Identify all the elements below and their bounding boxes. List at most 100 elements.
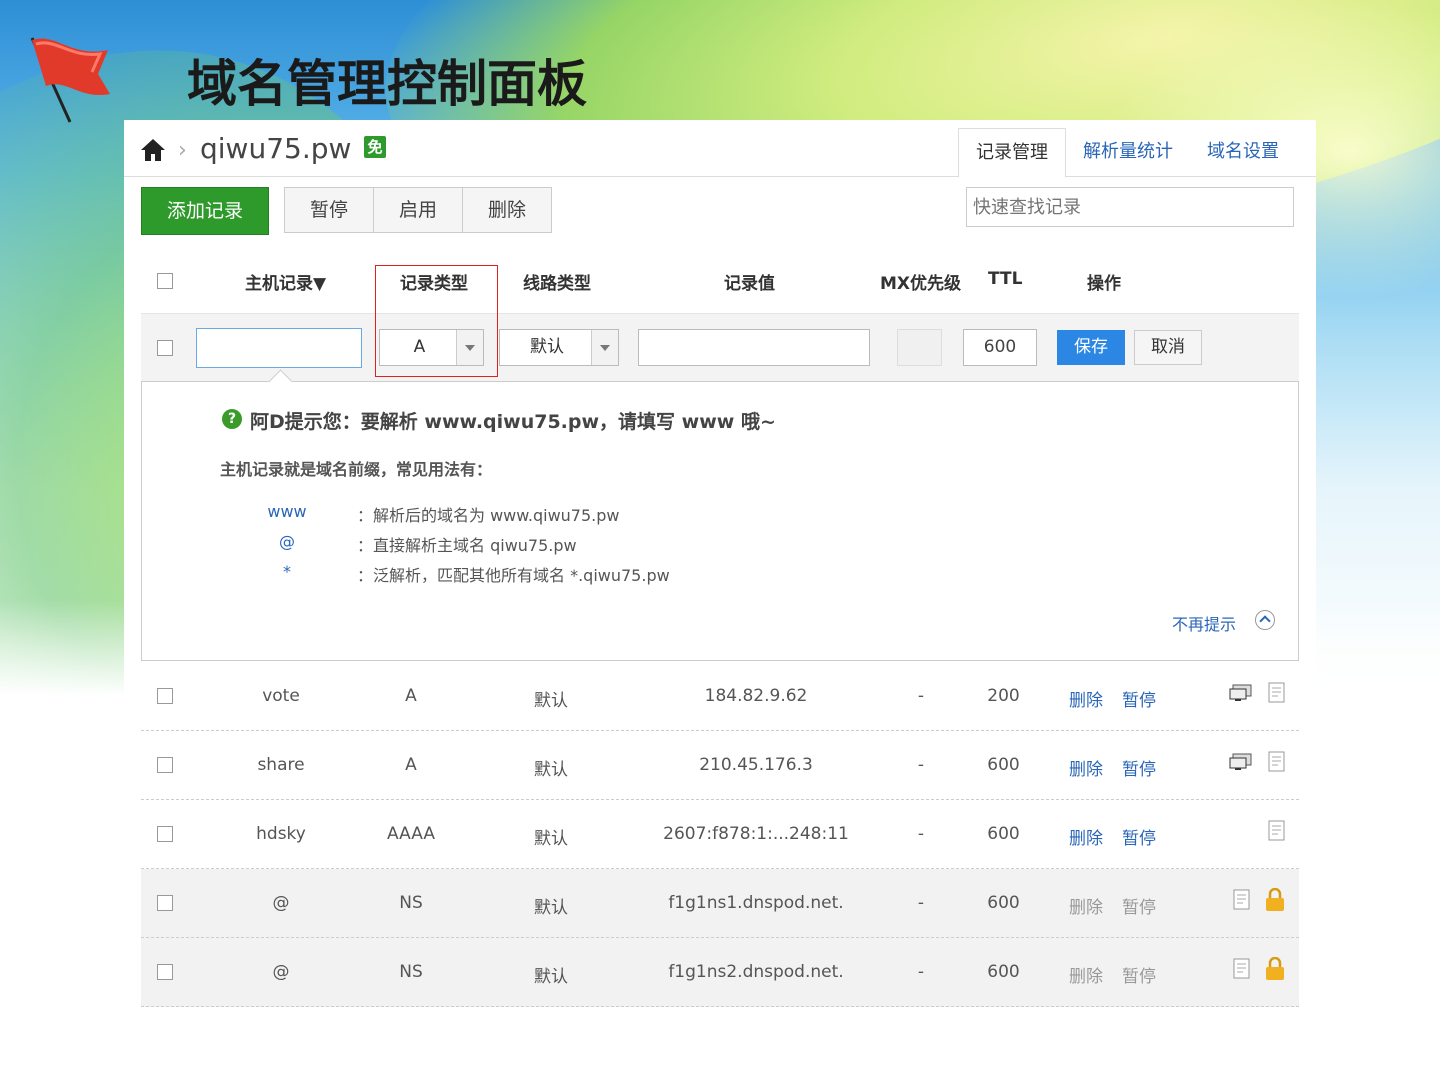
host-input[interactable] xyxy=(196,328,362,368)
domain-name: qiwu75.pw xyxy=(200,132,352,165)
cell-mx: - xyxy=(917,893,925,913)
cancel-button[interactable]: 取消 xyxy=(1134,330,1202,365)
tip-example-desc: ：泛解析，匹配其他所有域名 *.qiwu75.pw xyxy=(357,566,670,585)
row-checkbox[interactable] xyxy=(157,826,173,842)
cell-line: 默认 xyxy=(534,898,568,918)
cell-host: @ xyxy=(272,962,290,982)
cell-ttl: 600 xyxy=(987,962,1020,982)
cell-value: 184.82.9.62 xyxy=(704,686,808,706)
breadcrumb-separator: › xyxy=(178,138,187,163)
select-all-checkbox[interactable] xyxy=(157,273,173,289)
delete-link[interactable]: 删除 xyxy=(1069,755,1103,780)
lock-icon xyxy=(1266,888,1284,911)
line-type-select[interactable]: 默认 xyxy=(499,329,619,366)
pause-link[interactable]: 暂停 xyxy=(1122,686,1156,711)
record-list: vote A 默认 184.82.9.62 - 200 删除 暂停 share … xyxy=(141,662,1299,1007)
cell-line: 默认 xyxy=(534,829,568,849)
row-checkbox[interactable] xyxy=(157,895,173,911)
table-row: share A 默认 210.45.176.3 - 600 删除 暂停 xyxy=(141,731,1299,800)
cell-mx: - xyxy=(917,755,925,775)
row-checkbox[interactable] xyxy=(157,340,173,356)
cell-line: 默认 xyxy=(534,691,568,711)
delete-button[interactable]: 删除 xyxy=(463,188,551,232)
column-value: 记录值 xyxy=(724,274,775,294)
tip-example-key: @ xyxy=(279,532,295,551)
note-icon[interactable] xyxy=(1268,751,1286,773)
pause-link[interactable]: 暂停 xyxy=(1122,824,1156,849)
table-row: vote A 默认 184.82.9.62 - 200 删除 暂停 xyxy=(141,662,1299,731)
pause-button[interactable]: 暂停 xyxy=(285,188,374,232)
cell-host: @ xyxy=(272,893,290,913)
monitor-icon[interactable] xyxy=(1229,753,1253,771)
batch-action-group: 暂停 启用 删除 xyxy=(284,187,552,233)
column-ttl: TTL xyxy=(988,269,1023,289)
table-row: hdsky AAAA 默认 2607:f878:1:...248:11 - 60… xyxy=(141,800,1299,869)
cell-type: A xyxy=(405,686,417,706)
cell-type: A xyxy=(405,755,417,775)
note-icon[interactable] xyxy=(1268,820,1286,842)
cell-type: AAAA xyxy=(387,824,435,844)
host-record-tip: ? 阿D提示您：要解析 www.qiwu75.pw，请填写 www 哦~ 主机记… xyxy=(141,369,1299,661)
cell-ttl: 600 xyxy=(987,824,1020,844)
cell-type: NS xyxy=(399,962,423,982)
cell-value: f1g1ns2.dnspod.net. xyxy=(668,962,844,982)
ttl-input[interactable]: 600 xyxy=(963,329,1037,366)
search-input[interactable] xyxy=(966,187,1294,227)
panel-header: › qiwu75.pw 免 记录管理 解析量统计 域名设置 xyxy=(124,120,1316,178)
column-line: 线路类型 xyxy=(523,274,591,294)
save-button[interactable]: 保存 xyxy=(1057,330,1125,365)
note-icon[interactable] xyxy=(1233,958,1251,980)
red-flag-icon xyxy=(30,37,110,123)
enable-button[interactable]: 启用 xyxy=(374,188,463,232)
tab-domain-settings[interactable]: 域名设置 xyxy=(1190,128,1296,176)
cell-host: vote xyxy=(262,686,300,706)
delete-link[interactable]: 删除 xyxy=(1069,686,1103,711)
tab-bar: 记录管理 解析量统计 域名设置 xyxy=(958,128,1296,178)
mx-priority-input xyxy=(897,329,942,366)
tip-example-desc: ：直接解析主域名 qiwu75.pw xyxy=(357,536,577,555)
toolbar: 添加记录 暂停 启用 删除 xyxy=(141,187,552,235)
add-record-button[interactable]: 添加记录 xyxy=(141,187,269,235)
pause-link: 暂停 xyxy=(1122,967,1156,987)
tip-headline: 阿D提示您：要解析 www.qiwu75.pw，请填写 www 哦~ xyxy=(250,411,776,433)
cell-ttl: 600 xyxy=(987,893,1020,913)
cell-ttl: 200 xyxy=(987,686,1020,706)
chevron-up-icon[interactable] xyxy=(1255,610,1275,630)
record-type-highlight xyxy=(375,265,498,377)
tab-statistics[interactable]: 解析量统计 xyxy=(1066,128,1190,176)
table-row: @ NS 默认 f1g1ns2.dnspod.net. - 600 删除 暂停 xyxy=(141,938,1299,1007)
pause-link[interactable]: 暂停 xyxy=(1122,755,1156,780)
column-host[interactable]: 主机记录▼ xyxy=(245,269,326,294)
cell-type: NS xyxy=(399,893,423,913)
table-row: @ NS 默认 f1g1ns1.dnspod.net. - 600 删除 暂停 xyxy=(141,869,1299,938)
pause-link: 暂停 xyxy=(1122,898,1156,918)
dismiss-tip-link[interactable]: 不再提示 xyxy=(1172,611,1236,635)
delete-link: 删除 xyxy=(1069,967,1103,987)
lock-icon xyxy=(1266,957,1284,980)
home-icon[interactable] xyxy=(140,138,166,162)
line-type-value: 默认 xyxy=(530,337,564,357)
column-ops: 操作 xyxy=(1087,274,1121,294)
tip-intro: 主机记录就是域名前缀，常见用法有： xyxy=(220,460,493,479)
row-checkbox[interactable] xyxy=(157,688,173,704)
row-checkbox[interactable] xyxy=(157,964,173,980)
delete-link: 删除 xyxy=(1069,898,1103,918)
column-mx: MX优先级 xyxy=(880,274,962,294)
record-value-input[interactable] xyxy=(638,329,870,366)
monitor-icon[interactable] xyxy=(1229,684,1253,702)
table-header: 主机记录▼ 记录类型 线路类型 记录值 MX优先级 TTL 操作 xyxy=(141,253,1299,311)
cell-value: f1g1ns1.dnspod.net. xyxy=(668,893,844,913)
tab-records[interactable]: 记录管理 xyxy=(958,128,1066,178)
tip-example-desc: ：解析后的域名为 www.qiwu75.pw xyxy=(357,506,620,525)
slide-title: 域名管理控制面板 xyxy=(187,55,587,113)
tip-example-key: * xyxy=(283,562,291,581)
note-icon[interactable] xyxy=(1268,682,1286,704)
row-checkbox[interactable] xyxy=(157,757,173,773)
cell-mx: - xyxy=(917,824,925,844)
cell-mx: - xyxy=(917,962,925,982)
delete-link[interactable]: 删除 xyxy=(1069,824,1103,849)
note-icon[interactable] xyxy=(1233,889,1251,911)
cell-line: 默认 xyxy=(534,760,568,780)
cell-value: 210.45.176.3 xyxy=(699,755,813,775)
tip-example-key: www xyxy=(267,502,307,521)
